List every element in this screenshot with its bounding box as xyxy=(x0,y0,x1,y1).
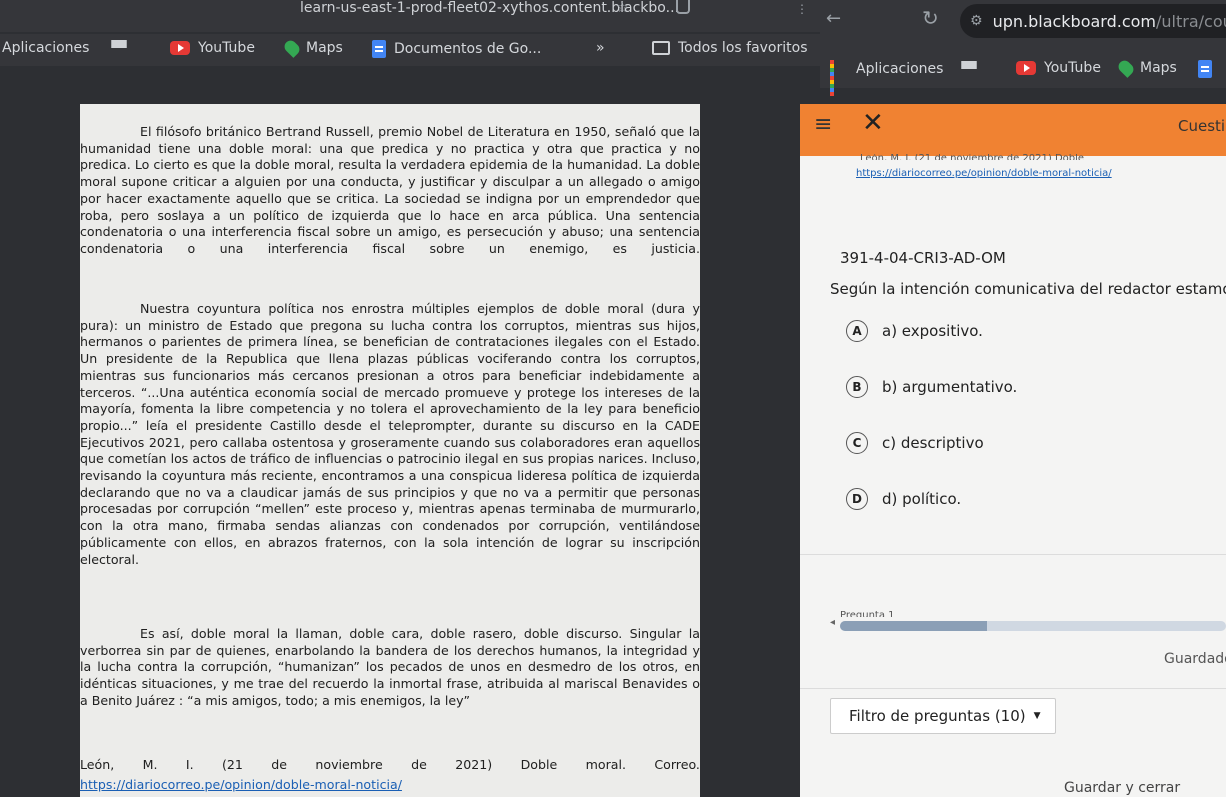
option-b[interactable]: B b) argumentativo. xyxy=(846,376,1017,398)
question-filter-dropdown[interactable]: Filtro de preguntas (10) ▼ xyxy=(830,698,1056,734)
site-settings-icon[interactable]: ⚙ xyxy=(970,13,983,29)
apps-grid-icon xyxy=(830,60,848,96)
option-c[interactable]: C c) descriptivo xyxy=(846,432,984,454)
docs-icon xyxy=(372,40,386,58)
option-text: c) descriptivo xyxy=(882,434,984,452)
citation-word: 2021) xyxy=(455,757,493,772)
saved-status: Guardado por xyxy=(1164,651,1226,667)
close-icon[interactable]: ✕ xyxy=(862,108,884,138)
apps-grid-icon xyxy=(961,61,978,77)
caret-down-icon: ▼ xyxy=(1033,711,1041,721)
document-paragraph-3: Es así, doble moral la llaman, doble car… xyxy=(80,626,700,710)
bookmarks-overflow-button[interactable]: » xyxy=(596,40,605,56)
citation-link[interactable]: https://diariocorreo.pe/opinion/doble-mo… xyxy=(80,777,402,794)
divider xyxy=(800,554,1226,555)
overflow-label: » xyxy=(596,40,605,56)
document-paragraph-2: Nuestra coyuntura política nos enrostra … xyxy=(80,301,700,568)
option-text: d) político. xyxy=(882,490,962,508)
reload-icon[interactable]: ↻ xyxy=(922,6,939,30)
youtube-icon xyxy=(1016,61,1036,75)
bookmark-maps[interactable]: Maps xyxy=(282,38,343,58)
folder-icon xyxy=(652,41,670,55)
docs-icon xyxy=(1198,60,1212,78)
maps-pin-icon xyxy=(1116,58,1136,78)
bookmark-label: YouTube xyxy=(1044,60,1101,76)
question-header: ≡ ✕ Cuesti xyxy=(800,104,1226,156)
question-prompt: Según la intención comunicativa del reda… xyxy=(830,280,1226,298)
option-text: b) argumentativo. xyxy=(882,378,1018,396)
extension-icon[interactable] xyxy=(676,0,690,14)
chevron-left-icon[interactable]: ◂ xyxy=(830,617,835,628)
header-title: Cuesti xyxy=(1178,117,1226,135)
bookmark-docs[interactable]: Documentos de Go... xyxy=(372,40,541,58)
address-bar-right[interactable]: ⚙ upn.blackboard.com/ultra/cou xyxy=(960,4,1226,38)
progress-fill xyxy=(840,621,987,631)
question-panel: ≡ ✕ Cuesti León, M. I. (21 de noviembre … xyxy=(800,104,1226,797)
question-code: 391-4-04-CRI3-AD-OM xyxy=(840,249,1006,267)
option-letter: D xyxy=(846,488,868,510)
paragraph-text: El filósofo británico Bertrand Russell, … xyxy=(80,124,700,256)
document-citation: León, M. I. (21 de noviembre de 2021) Do… xyxy=(80,757,700,774)
url-path: /ultra/cou xyxy=(1156,11,1226,31)
bookmark-maps-right[interactable]: Maps xyxy=(1116,58,1177,78)
source-link[interactable]: https://diariocorreo.pe/opinion/doble-mo… xyxy=(856,168,1112,179)
citation-word: Doble xyxy=(520,757,558,772)
option-letter: C xyxy=(846,432,868,454)
cropped-citation-line: León, M. I. (21 de noviembre de 2021) Do… xyxy=(860,154,1085,160)
bookmarks-bar-left: Aplicaciones YouTube Maps Documentos de … xyxy=(0,34,820,66)
citation-word: León, xyxy=(80,757,115,772)
filter-label: Filtro de preguntas (10) xyxy=(849,707,1026,725)
bookmark-apps-right[interactable]: Aplicaciones xyxy=(830,60,985,96)
paragraph-indent xyxy=(80,626,140,641)
option-text: a) expositivo. xyxy=(882,322,983,340)
document-paragraph-1: El filósofo británico Bertrand Russell, … xyxy=(80,124,700,258)
bookmark-apps[interactable]: Aplicaciones xyxy=(2,40,135,56)
apps-grid-icon xyxy=(111,40,128,56)
option-a[interactable]: A a) expositivo. xyxy=(846,320,983,342)
progress-label: Pregunta 1 xyxy=(840,611,895,617)
back-arrow-icon[interactable]: ← xyxy=(826,8,841,29)
youtube-icon xyxy=(170,41,190,55)
save-and-close-button[interactable]: Guardar y cerrar xyxy=(1064,780,1180,796)
citation-word: (21 xyxy=(221,757,243,772)
bookmark-label: Aplicaciones xyxy=(2,40,90,56)
citation-word: I. xyxy=(185,757,194,772)
citation-word: noviembre xyxy=(315,757,383,772)
bookmark-label: Maps xyxy=(306,40,343,56)
bookmark-all-favorites[interactable]: Todos los favoritos xyxy=(652,40,808,56)
paragraph-indent xyxy=(80,301,140,316)
bookmark-label: YouTube xyxy=(198,40,255,56)
maps-pin-icon xyxy=(282,38,302,58)
option-letter: B xyxy=(846,376,868,398)
citation-word: de xyxy=(411,757,427,772)
bookmark-star-icon[interactable]: ☆ xyxy=(616,0,629,16)
option-d[interactable]: D d) político. xyxy=(846,488,961,510)
more-menu-icon[interactable]: ⋮ xyxy=(796,2,808,16)
paragraph-indent xyxy=(80,124,140,139)
paragraph-text: Nuestra coyuntura política nos enrostra … xyxy=(80,301,700,567)
bookmark-label: Aplicaciones xyxy=(856,61,944,77)
url-domain: upn.blackboard.com xyxy=(992,11,1157,31)
bookmark-label: Todos los favoritos xyxy=(678,40,808,56)
menu-icon[interactable]: ≡ xyxy=(814,112,832,137)
bookmark-youtube-right[interactable]: YouTube xyxy=(1016,60,1101,76)
citation-word: Correo. xyxy=(654,757,700,772)
bookmark-label: Maps xyxy=(1140,60,1177,76)
reading-document: El filósofo británico Bertrand Russell, … xyxy=(80,104,700,797)
paragraph-text: Es así, doble moral la llaman, doble car… xyxy=(80,626,700,708)
citation-word: M. xyxy=(142,757,158,772)
option-letter: A xyxy=(846,320,868,342)
bookmark-youtube[interactable]: YouTube xyxy=(170,40,255,56)
citation-word: de xyxy=(271,757,288,772)
citation-word: moral. xyxy=(585,757,626,772)
divider xyxy=(800,688,1226,689)
bookmarks-bar-right: Aplicaciones YouTube Maps xyxy=(820,48,1226,96)
bookmark-label: Documentos de Go... xyxy=(394,41,542,57)
progress-bar xyxy=(840,621,1226,631)
bookmark-docs-right[interactable] xyxy=(1198,60,1220,78)
